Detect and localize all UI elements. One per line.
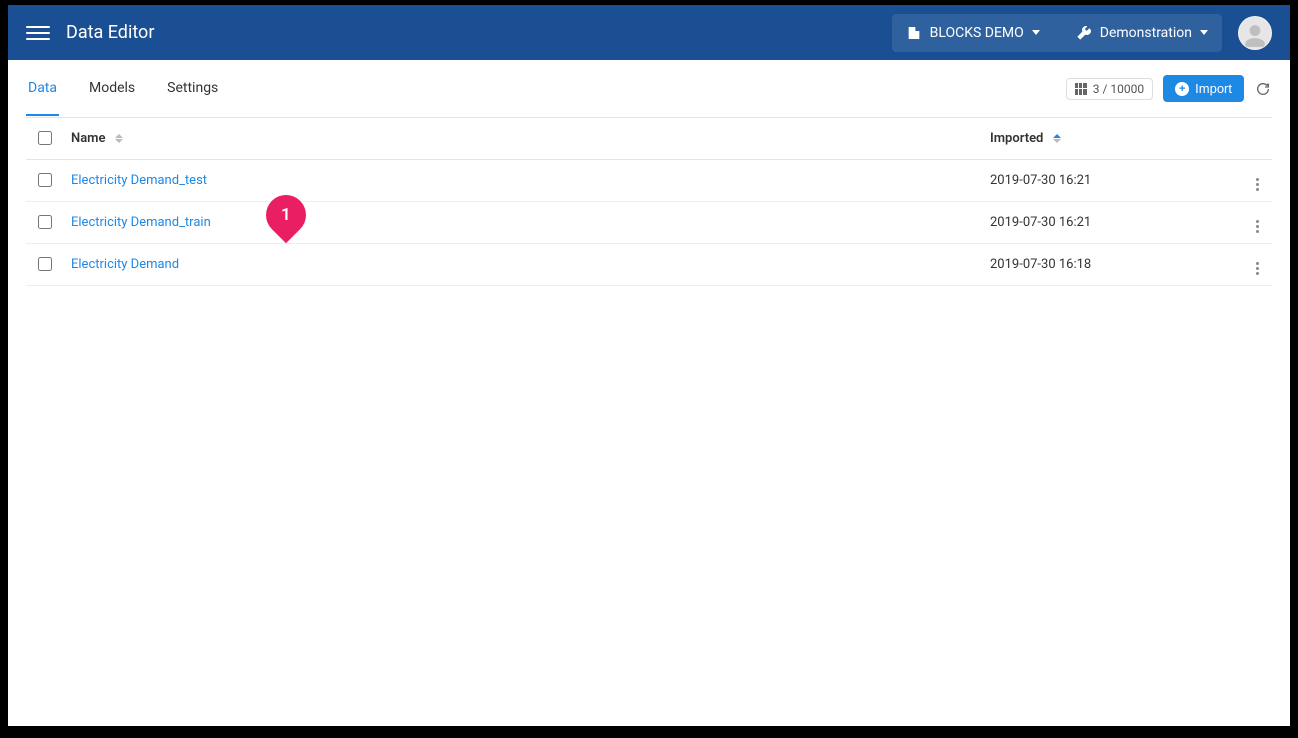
tab-settings[interactable]: Settings xyxy=(165,62,220,116)
import-button-label: Import xyxy=(1195,81,1232,96)
dataset-link[interactable]: Electricity Demand xyxy=(71,257,179,272)
select-all-checkbox[interactable] xyxy=(38,131,52,145)
sort-icon xyxy=(1053,134,1061,143)
sort-icon xyxy=(115,134,123,143)
page-title: Data Editor xyxy=(66,22,154,43)
cell-imported: 2019-07-30 16:21 xyxy=(982,202,1242,244)
row-checkbox[interactable] xyxy=(38,257,52,271)
breadcrumb-project-label: Demonstration xyxy=(1100,25,1192,41)
col-name-label: Name xyxy=(71,131,105,146)
dataset-link[interactable]: Electricity Demand_train xyxy=(71,215,211,230)
tab-data[interactable]: Data xyxy=(26,62,59,116)
row-checkbox[interactable] xyxy=(38,215,52,229)
data-table: Name Imported Electricity Demand_test 20… xyxy=(26,118,1272,286)
dataset-link[interactable]: Electricity Demand_test xyxy=(71,173,207,188)
refresh-icon[interactable] xyxy=(1254,80,1272,98)
wrench-icon xyxy=(1076,25,1092,41)
hamburger-icon[interactable] xyxy=(26,21,50,45)
cell-imported: 2019-07-30 16:18 xyxy=(982,244,1242,286)
import-button[interactable]: + Import xyxy=(1163,75,1244,102)
kebab-icon[interactable] xyxy=(1256,262,1259,275)
breadcrumb-org-label: BLOCKS DEMO xyxy=(930,25,1024,41)
avatar[interactable] xyxy=(1238,16,1272,50)
row-count: 3 / 10000 xyxy=(1066,78,1153,100)
kebab-icon[interactable] xyxy=(1256,220,1259,233)
col-imported[interactable]: Imported xyxy=(982,118,1242,160)
topbar: Data Editor BLOCKS DEMO Demonstration xyxy=(8,5,1290,60)
table-row: Electricity Demand_train 2019-07-30 16:2… xyxy=(26,202,1272,244)
breadcrumb-project[interactable]: Demonstration xyxy=(1054,14,1222,52)
cell-imported: 2019-07-30 16:21 xyxy=(982,160,1242,202)
building-icon xyxy=(906,25,922,41)
annotation-number: 1 xyxy=(281,205,291,225)
row-count-text: 3 / 10000 xyxy=(1093,82,1144,96)
plus-icon: + xyxy=(1175,82,1189,96)
table-row: Electricity Demand 2019-07-30 16:18 xyxy=(26,244,1272,286)
col-name[interactable]: Name xyxy=(63,118,982,160)
table-row: Electricity Demand_test 2019-07-30 16:21 xyxy=(26,160,1272,202)
col-imported-label: Imported xyxy=(990,131,1043,146)
table-icon xyxy=(1075,83,1087,95)
kebab-icon[interactable] xyxy=(1256,178,1259,191)
breadcrumb-org[interactable]: BLOCKS DEMO xyxy=(892,14,1054,52)
chevron-down-icon xyxy=(1032,30,1040,35)
chevron-down-icon xyxy=(1200,30,1208,35)
row-checkbox[interactable] xyxy=(38,173,52,187)
tabbar: Data Models Settings 3 / 10000 + Import xyxy=(26,60,1272,118)
tab-models[interactable]: Models xyxy=(87,62,137,116)
breadcrumb: BLOCKS DEMO Demonstration xyxy=(892,14,1222,52)
user-icon xyxy=(1242,23,1268,49)
